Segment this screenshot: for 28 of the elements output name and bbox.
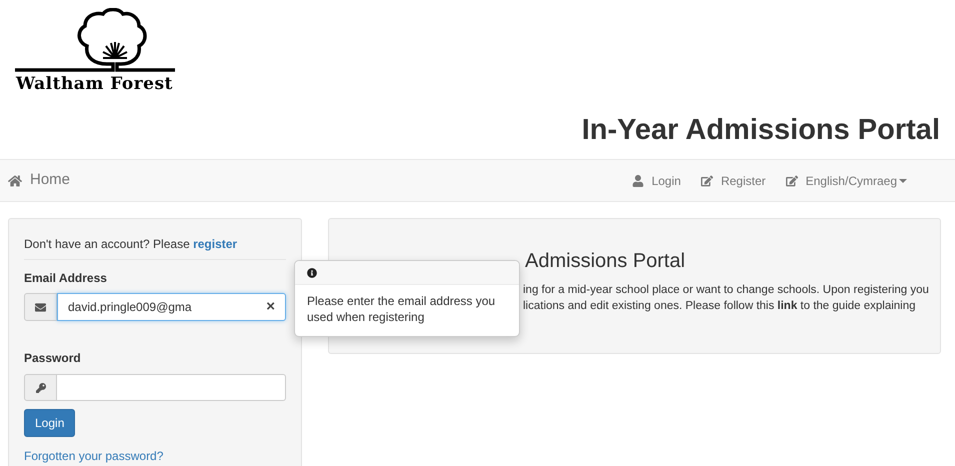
- email-field[interactable]: david.pringle009@gma ×: [57, 293, 286, 321]
- info-icon: [307, 268, 317, 278]
- password-label: Password: [24, 350, 82, 367]
- edit-icon: [786, 174, 798, 186]
- page-title: In-Year Admissions Portal: [582, 116, 940, 145]
- caret-icon: [899, 178, 907, 182]
- logo-text: Waltham Forest: [16, 76, 173, 93]
- popover-text: Please enter the email address you used when registering: [306, 293, 496, 325]
- edit-icon: [700, 174, 713, 186]
- email-value: david.pringle009@gma: [68, 299, 193, 316]
- forgot-password-link[interactable]: Forgotten your password?: [24, 447, 286, 465]
- nav-link[interactable]: English/Cymraeg: [786, 172, 907, 190]
- register-prompt: Don't have an account? Please register: [24, 235, 286, 260]
- user-icon: [632, 174, 644, 186]
- envelope-icon: [35, 302, 46, 312]
- login-button[interactable]: Login: [24, 409, 76, 437]
- key-icon: [36, 382, 46, 392]
- home-link[interactable]: Home: [8, 169, 70, 192]
- welcome-text: lications and edit existing ones. Please follow this link to the guide explaining: [523, 299, 917, 314]
- clear-button[interactable]: ×: [266, 296, 275, 318]
- register-link[interactable]: register: [193, 237, 238, 251]
- home-icon: [8, 174, 22, 188]
- nav-link[interactable]: Login: [632, 172, 681, 190]
- password-field[interactable]: [57, 374, 286, 401]
- welcome-text: ing for a mid-year school place or want to change schools. Upon registering you: [523, 283, 930, 298]
- nav-link[interactable]: Register: [700, 172, 766, 190]
- welcome-heading: Admissions Portal: [525, 251, 686, 271]
- email-label: Email Address: [24, 270, 108, 287]
